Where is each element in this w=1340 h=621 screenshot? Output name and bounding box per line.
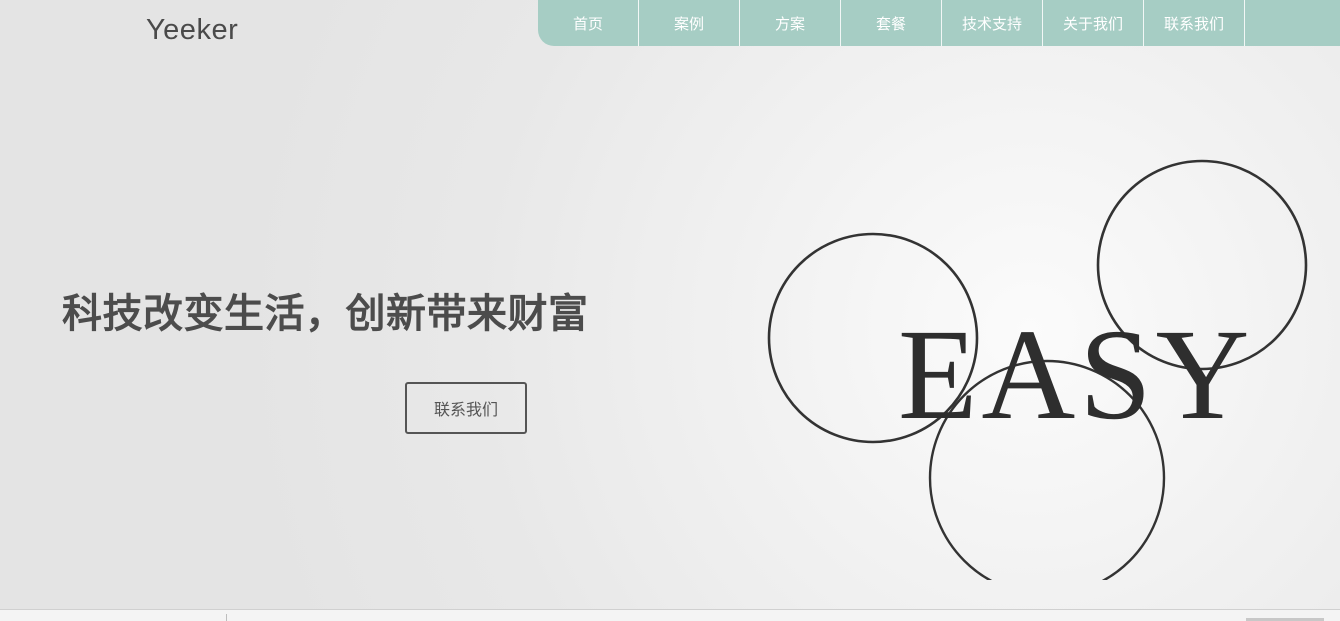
- nav-item-tech-support[interactable]: 技术支持: [942, 0, 1043, 46]
- hero-headline: 科技改变生活，创新带来财富: [62, 292, 589, 336]
- main-nav: 首页 案例 方案 套餐 技术支持 关于我们 联系我们: [538, 0, 1340, 46]
- easy-hero-illustration: EASY: [767, 159, 1308, 580]
- nav-item-solutions[interactable]: 方案: [740, 0, 841, 46]
- easy-art-text: EASY: [898, 303, 1253, 447]
- nav-item-contact[interactable]: 联系我们: [1144, 0, 1245, 46]
- nav-item-packages[interactable]: 套餐: [841, 0, 942, 46]
- nav-item-home[interactable]: 首页: [538, 0, 639, 46]
- footer-separator: [226, 614, 227, 621]
- page: Yeeker 首页 案例 方案 套餐 技术支持 关于我们 联系我们 科技改变生活…: [0, 0, 1340, 621]
- nav-item-about[interactable]: 关于我们: [1043, 0, 1144, 46]
- footer-strip: [0, 610, 1340, 621]
- site-logo[interactable]: Yeeker: [146, 14, 238, 47]
- nav-item-cases[interactable]: 案例: [639, 0, 740, 46]
- contact-us-button[interactable]: 联系我们: [405, 382, 527, 434]
